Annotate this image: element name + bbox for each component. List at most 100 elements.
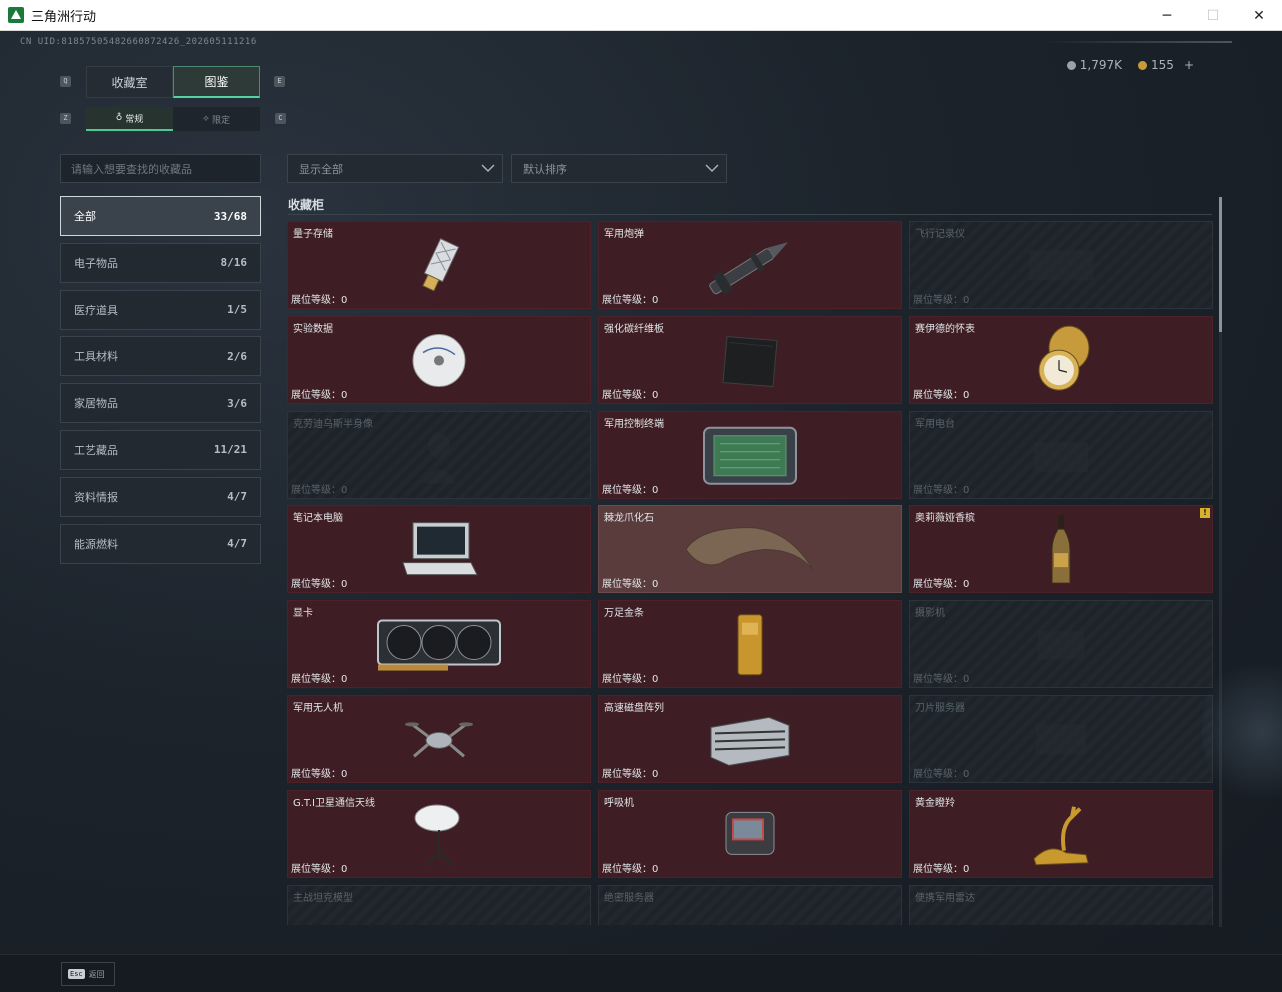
collection-card[interactable]: 奥莉薇娅香槟 展位等级：0! xyxy=(909,505,1213,594)
silver-currency: 1,797K xyxy=(1066,58,1122,72)
category-crafts[interactable]: 工艺藏品 11/21 xyxy=(60,429,261,470)
collection-card[interactable]: 军用炮弹展位等级：0 xyxy=(598,221,902,309)
back-button[interactable]: Esc 返回 xyxy=(61,962,115,986)
key-hint-e: E xyxy=(274,76,285,87)
category-label: 家居物品 xyxy=(74,397,118,411)
level-value: 0 xyxy=(652,769,659,780)
collection-card[interactable]: 呼吸机 展位等级：0 xyxy=(598,789,902,878)
gold-bar-icon xyxy=(734,613,766,681)
level-prefix: 展位等级： xyxy=(602,863,652,875)
item-name: 高速磁盘阵列 xyxy=(604,703,664,714)
main-tabs: 收藏室 图鉴 xyxy=(86,66,260,98)
gold-coin-icon xyxy=(1138,60,1148,70)
level-value: 0 xyxy=(963,295,970,306)
category-electronics[interactable]: 电子物品 8/16 xyxy=(60,242,261,283)
champagne-icon xyxy=(1048,514,1074,592)
item-level: 展位等级：0 xyxy=(602,481,658,496)
level-prefix: 展位等级： xyxy=(602,484,652,496)
search-input[interactable]: 请输入想要查找的收藏品 xyxy=(60,154,261,183)
level-prefix: 展位等级： xyxy=(602,579,652,591)
add-currency-button[interactable]: + xyxy=(1184,58,1194,72)
category-label: 医疗道具 xyxy=(74,303,118,317)
collection-card[interactable]: 笔记本电脑展位等级：0 xyxy=(287,505,591,594)
tab-collection-room[interactable]: 收藏室 xyxy=(86,66,173,98)
collection-card[interactable]: 军用控制终端 展位等级：0 xyxy=(598,410,902,499)
top-divider xyxy=(1042,41,1232,43)
level-value: 0 xyxy=(341,295,348,306)
collection-card[interactable]: 克劳迪乌斯半身像 展位等级：0 xyxy=(287,410,591,499)
minimize-button[interactable]: ─ xyxy=(1144,0,1190,31)
grid-scrollbar[interactable] xyxy=(1219,197,1222,927)
item-name: 笔记本电脑 xyxy=(293,513,343,525)
category-all[interactable]: 全部 33/68 xyxy=(60,196,261,236)
collection-card[interactable]: 强化碳纤维板 展位等级：0 xyxy=(598,315,902,404)
level-prefix: 展位等级： xyxy=(291,484,341,496)
collection-card[interactable]: 万足金条 展位等级：0 xyxy=(598,600,902,689)
collection-card[interactable]: 高速磁盘阵列 展位等级：0 xyxy=(598,695,902,783)
level-value: 0 xyxy=(341,389,348,401)
scroll-thumb[interactable] xyxy=(1219,197,1222,332)
level-value: 0 xyxy=(652,389,659,401)
maximize-button[interactable]: ☐ xyxy=(1190,0,1236,31)
category-energy[interactable]: 能源燃料 4/7 xyxy=(60,523,261,564)
window-titlebar: 三角洲行动 ─ ☐ ✕ xyxy=(0,0,1282,31)
player-uid: CN UID:8185750548266087242​6_20260511121… xyxy=(20,37,257,47)
collection-card[interactable]: 便携军用雷达 xyxy=(909,884,1213,925)
level-value: 0 xyxy=(963,674,970,686)
server-icon xyxy=(715,913,785,925)
item-level: 展位等级：0 xyxy=(913,386,969,401)
collection-card[interactable]: 摄影机 展位等级：0 xyxy=(909,600,1213,689)
category-medical[interactable]: 医疗道具 1/5 xyxy=(60,289,261,330)
sort-dropdown[interactable]: 默认排序 xyxy=(511,154,727,183)
subtab-regular[interactable]: ♁ 常规 xyxy=(86,107,173,131)
subtab-limited-label: 限定 xyxy=(211,115,230,126)
collection-card[interactable]: 实验数据 展位等级：0 xyxy=(287,315,591,404)
drone-icon xyxy=(404,712,474,770)
collection-card[interactable]: 量子存储 展位等级：0 xyxy=(287,221,591,309)
item-level: 展位等级：0 xyxy=(291,291,347,306)
collection-card[interactable]: G.T.I卫星通信天线 展位等级：0 xyxy=(287,789,591,878)
collection-card[interactable]: 棘龙爪化石 展位等级：0 xyxy=(598,505,902,594)
level-prefix: 展位等级： xyxy=(602,769,652,780)
radar-icon xyxy=(1026,913,1096,925)
collection-card[interactable]: 军用无人机 展位等级：0 xyxy=(287,695,591,783)
collection-card[interactable]: 赛伊德的怀表 展位等级：0 xyxy=(909,315,1213,404)
collection-card[interactable]: 军用电台 展位等级：0 xyxy=(909,410,1213,499)
tab-codex[interactable]: 图鉴 xyxy=(173,66,260,98)
collection-card[interactable]: 显卡 展位等级：0 xyxy=(287,600,591,689)
collection-card[interactable]: 主战坦克模型 xyxy=(287,884,591,925)
app-logo-icon xyxy=(8,7,24,23)
item-name: 飞行记录仪 xyxy=(915,229,965,240)
item-level: 展位等级：0 xyxy=(291,575,347,590)
level-prefix: 展位等级： xyxy=(913,295,963,306)
collection-card[interactable]: 飞行记录仪展位等级：0 xyxy=(909,221,1213,309)
item-level: 展位等级：0 xyxy=(602,291,658,306)
display-filter-value: 显示全部 xyxy=(299,162,343,176)
level-prefix: 展位等级： xyxy=(602,674,652,686)
gold-currency: 155 + xyxy=(1138,58,1194,72)
level-prefix: 展位等级： xyxy=(602,389,652,401)
category-count: 4/7 xyxy=(227,537,247,551)
window-title: 三角洲行动 xyxy=(31,9,97,25)
category-intel[interactable]: 资料情报 4/7 xyxy=(60,476,261,517)
collection-card[interactable]: 刀片服务器 展位等级：0 xyxy=(909,695,1213,783)
display-filter-dropdown[interactable]: 显示全部 xyxy=(287,154,503,183)
subtab-limited[interactable]: ⟡ 限定 xyxy=(173,107,260,131)
item-name: 便携军用雷达 xyxy=(915,892,975,904)
artillery-shell-icon xyxy=(695,231,805,305)
category-household[interactable]: 家居物品 3/6 xyxy=(60,383,261,424)
collection-card[interactable]: 绝密服务器 xyxy=(598,884,902,925)
esc-key-hint: Esc xyxy=(68,969,85,979)
level-value: 0 xyxy=(963,484,970,496)
close-button[interactable]: ✕ xyxy=(1236,0,1282,31)
level-value: 0 xyxy=(652,484,659,496)
usb-drive-icon xyxy=(414,236,464,300)
limited-icon: ⟡ xyxy=(203,114,209,124)
category-count: 1/5 xyxy=(227,303,247,317)
item-level: 展位等级：0 xyxy=(913,670,969,685)
category-tools[interactable]: 工具材料 2/6 xyxy=(60,336,261,377)
level-prefix: 展位等级： xyxy=(291,295,341,306)
item-name: 军用炮弹 xyxy=(604,229,644,240)
level-value: 0 xyxy=(652,863,659,875)
collection-card[interactable]: 黄金瞪羚 展位等级：0 xyxy=(909,789,1213,878)
